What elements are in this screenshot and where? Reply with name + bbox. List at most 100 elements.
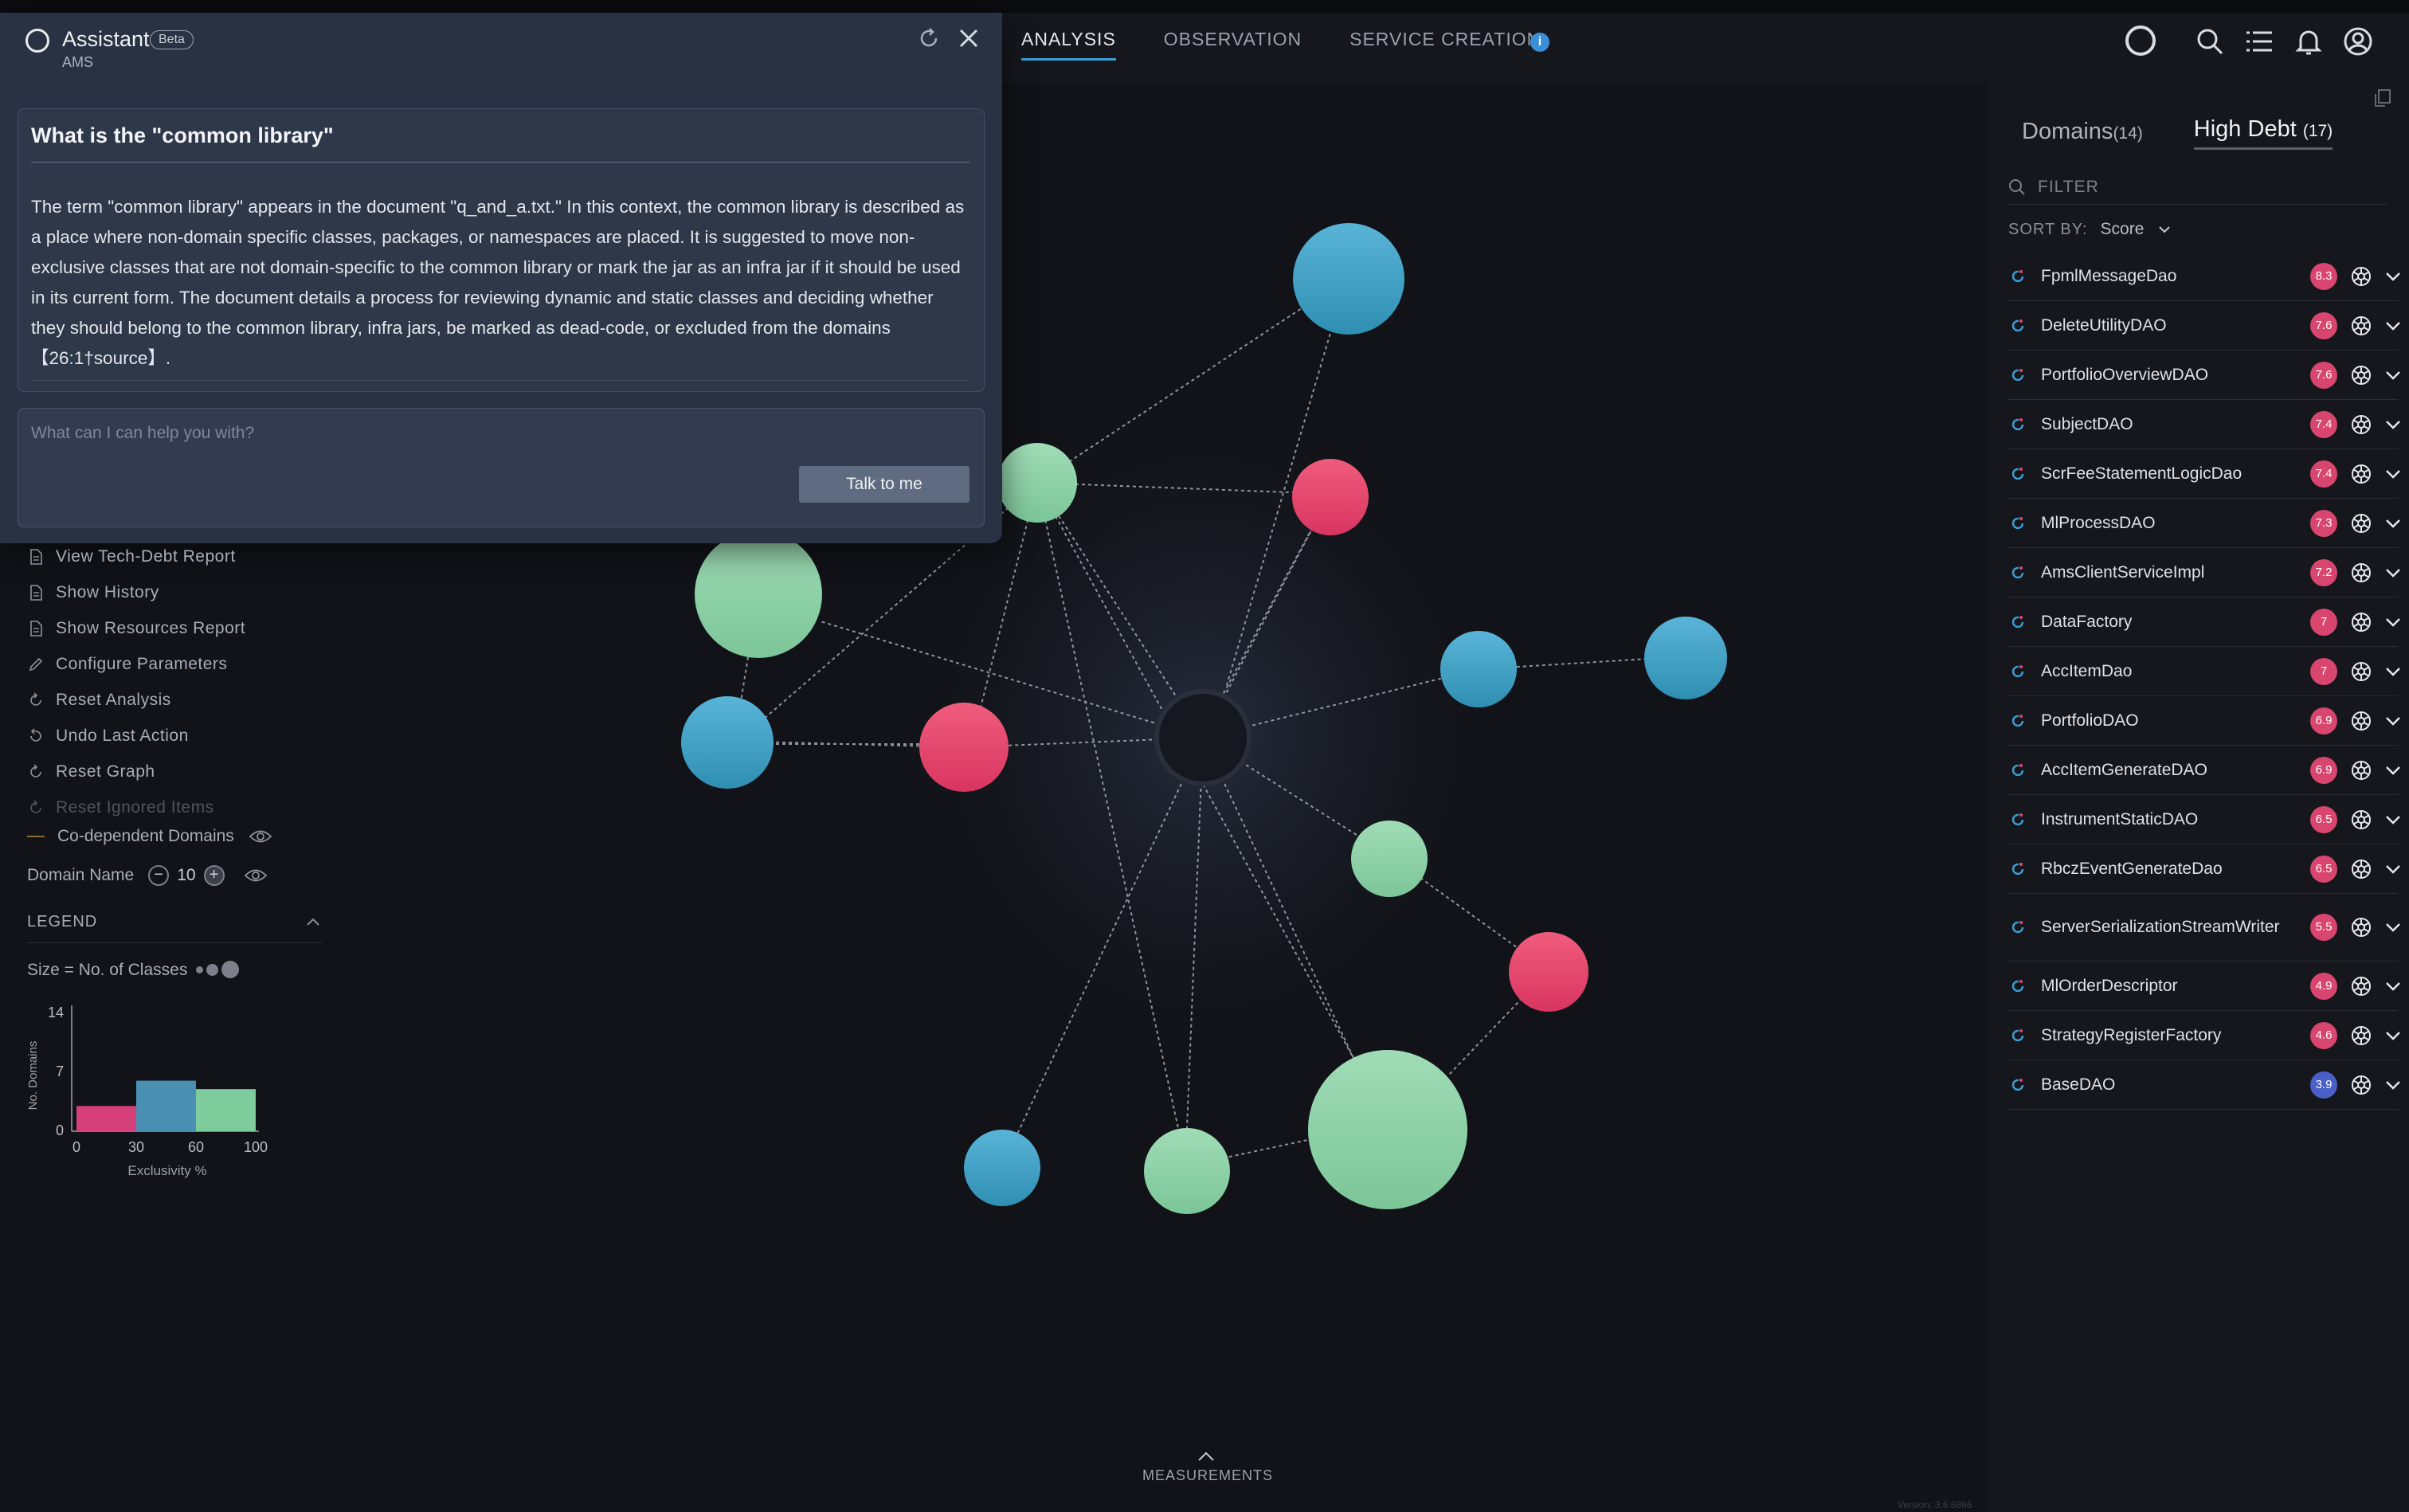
chevron-down-icon[interactable] <box>2384 662 2403 681</box>
chevron-down-icon[interactable] <box>2384 918 2403 937</box>
graph-node[interactable] <box>1351 821 1428 897</box>
eye-icon[interactable] <box>244 867 268 884</box>
debt-list-item[interactable]: FpmlMessageDao 8.3 <box>2007 252 2400 301</box>
graph-node[interactable] <box>1292 459 1369 535</box>
debt-list-item[interactable]: ScrFeeStatementLogicDao 7.4 <box>2007 449 2400 499</box>
talk-to-me-button[interactable]: Talk to me <box>799 466 969 503</box>
graph-center-node[interactable] <box>1154 689 1252 786</box>
openai-icon[interactable] <box>2348 609 2374 635</box>
chevron-down-icon[interactable] <box>2384 464 2403 484</box>
refresh-icon[interactable] <box>2009 977 2027 995</box>
menu-show-resources-report[interactable]: Show Resources Report <box>27 610 245 646</box>
chevron-down-icon[interactable] <box>2384 267 2403 286</box>
debt-list-item[interactable]: AmsClientServiceImpl 7.2 <box>2007 548 2400 597</box>
measurements-toggle[interactable]: MEASUREMENTS <box>1142 1450 1272 1484</box>
menu-show-history[interactable]: Show History <box>27 574 245 610</box>
graph-node[interactable] <box>1509 932 1588 1012</box>
refresh-icon[interactable] <box>2009 762 2027 779</box>
graph-node[interactable] <box>1644 617 1727 699</box>
chevron-down-icon[interactable] <box>2384 415 2403 434</box>
openai-icon[interactable] <box>2348 758 2374 783</box>
openai-icon[interactable] <box>2348 856 2374 882</box>
debt-list-item[interactable]: PortfolioDAO 6.9 <box>2007 696 2400 746</box>
graph-node[interactable] <box>1308 1050 1467 1209</box>
debt-list-item[interactable]: BaseDAO 3.9 <box>2007 1060 2400 1110</box>
openai-icon[interactable] <box>2348 659 2374 684</box>
sort-control[interactable]: SORT BY: Score <box>2008 220 2172 239</box>
chevron-up-icon[interactable] <box>304 913 322 930</box>
refresh-icon[interactable] <box>2009 1076 2027 1094</box>
graph-node[interactable] <box>997 443 1077 523</box>
graph-node[interactable] <box>695 531 822 658</box>
refresh-icon[interactable] <box>2009 860 2027 878</box>
openai-icon[interactable] <box>2348 708 2374 734</box>
openai-icon[interactable] <box>2348 461 2374 487</box>
debt-list-item[interactable]: PortfolioOverviewDAO 7.6 <box>2007 351 2400 400</box>
debt-list-item[interactable]: MlOrderDescriptor 4.9 <box>2007 962 2400 1011</box>
debt-list-item[interactable]: AccItemGenerateDAO 6.9 <box>2007 746 2400 795</box>
refresh-icon[interactable] <box>2009 1027 2027 1044</box>
refresh-icon[interactable] <box>2009 811 2027 828</box>
refresh-icon[interactable] <box>2009 416 2027 433</box>
graph-node[interactable] <box>919 703 1009 792</box>
menu-reset-ignored-items[interactable]: Reset Ignored Items <box>27 789 245 825</box>
copy-icon[interactable] <box>2372 88 2393 108</box>
debt-list-item[interactable]: RbczEventGenerateDao 6.5 <box>2007 844 2400 894</box>
refresh-icon[interactable] <box>2009 919 2027 936</box>
openai-icon[interactable] <box>2348 511 2374 536</box>
openai-icon[interactable] <box>2348 313 2374 339</box>
menu-reset-graph[interactable]: Reset Graph <box>27 754 245 789</box>
openai-icon[interactable] <box>2348 1072 2374 1098</box>
close-icon[interactable] <box>954 24 983 53</box>
openai-icon[interactable] <box>2348 1023 2374 1048</box>
openai-icon[interactable] <box>2348 915 2374 940</box>
openai-icon[interactable] <box>2348 362 2374 388</box>
chevron-down-icon[interactable] <box>2384 711 2403 731</box>
debt-list-item[interactable]: StrategyRegisterFactory 4.6 <box>2007 1011 2400 1060</box>
menu-undo-last-action[interactable]: Undo Last Action <box>27 718 245 754</box>
openai-icon[interactable] <box>2348 807 2374 832</box>
chevron-down-icon[interactable] <box>2384 1026 2403 1045</box>
refresh-icon[interactable] <box>2009 663 2027 680</box>
chevron-down-icon[interactable] <box>2384 977 2403 996</box>
menu-view-tech-debt-report[interactable]: View Tech-Debt Report <box>27 539 245 574</box>
increment-button[interactable]: + <box>203 865 225 886</box>
codependent-domains-toggle[interactable]: Co-dependent Domains <box>27 827 272 846</box>
refresh-icon[interactable] <box>2009 366 2027 384</box>
refresh-icon[interactable] <box>2009 515 2027 532</box>
refresh-icon[interactable] <box>2009 317 2027 335</box>
filter-input[interactable] <box>2036 177 2358 198</box>
debt-list-item[interactable]: AccItemDao 7 <box>2007 647 2400 696</box>
refresh-icon[interactable] <box>2009 564 2027 582</box>
graph-node[interactable] <box>1144 1128 1230 1214</box>
chevron-down-icon[interactable] <box>2384 316 2403 335</box>
menu-configure-parameters[interactable]: Configure Parameters <box>27 646 245 682</box>
openai-icon[interactable] <box>2348 560 2374 586</box>
graph-node[interactable] <box>681 696 774 789</box>
graph-node[interactable] <box>1293 223 1404 335</box>
chat-input[interactable] <box>29 417 909 450</box>
chevron-down-icon[interactable] <box>2384 761 2403 780</box>
tab-domains[interactable]: Domains(14) <box>2022 119 2143 150</box>
eye-icon[interactable] <box>249 828 272 845</box>
menu-reset-analysis[interactable]: Reset Analysis <box>27 682 245 718</box>
graph-node[interactable] <box>1440 631 1517 707</box>
decrement-button[interactable]: − <box>148 865 170 886</box>
refresh-icon[interactable] <box>2009 712 2027 730</box>
openai-icon[interactable] <box>2348 973 2374 999</box>
debt-list-item[interactable]: SubjectDAO 7.4 <box>2007 400 2400 449</box>
refresh-icon[interactable] <box>2009 465 2027 483</box>
debt-list-item[interactable]: ServerSerializationStreamWriter 5.5 <box>2007 894 2400 962</box>
refresh-icon[interactable] <box>2009 613 2027 631</box>
openai-icon[interactable] <box>2348 412 2374 437</box>
legend-header[interactable]: LEGEND <box>27 913 322 943</box>
openai-icon[interactable] <box>2348 264 2374 289</box>
chevron-down-icon[interactable] <box>2384 563 2403 582</box>
chevron-down-icon[interactable] <box>2384 1075 2403 1095</box>
chevron-down-icon[interactable] <box>2384 860 2403 879</box>
chevron-down-icon[interactable] <box>2384 810 2403 829</box>
debt-list-item[interactable]: MlProcessDAO 7.3 <box>2007 499 2400 548</box>
debt-list-item[interactable]: InstrumentStaticDAO 6.5 <box>2007 795 2400 844</box>
chevron-down-icon[interactable] <box>2384 514 2403 533</box>
graph-node[interactable] <box>964 1130 1040 1206</box>
